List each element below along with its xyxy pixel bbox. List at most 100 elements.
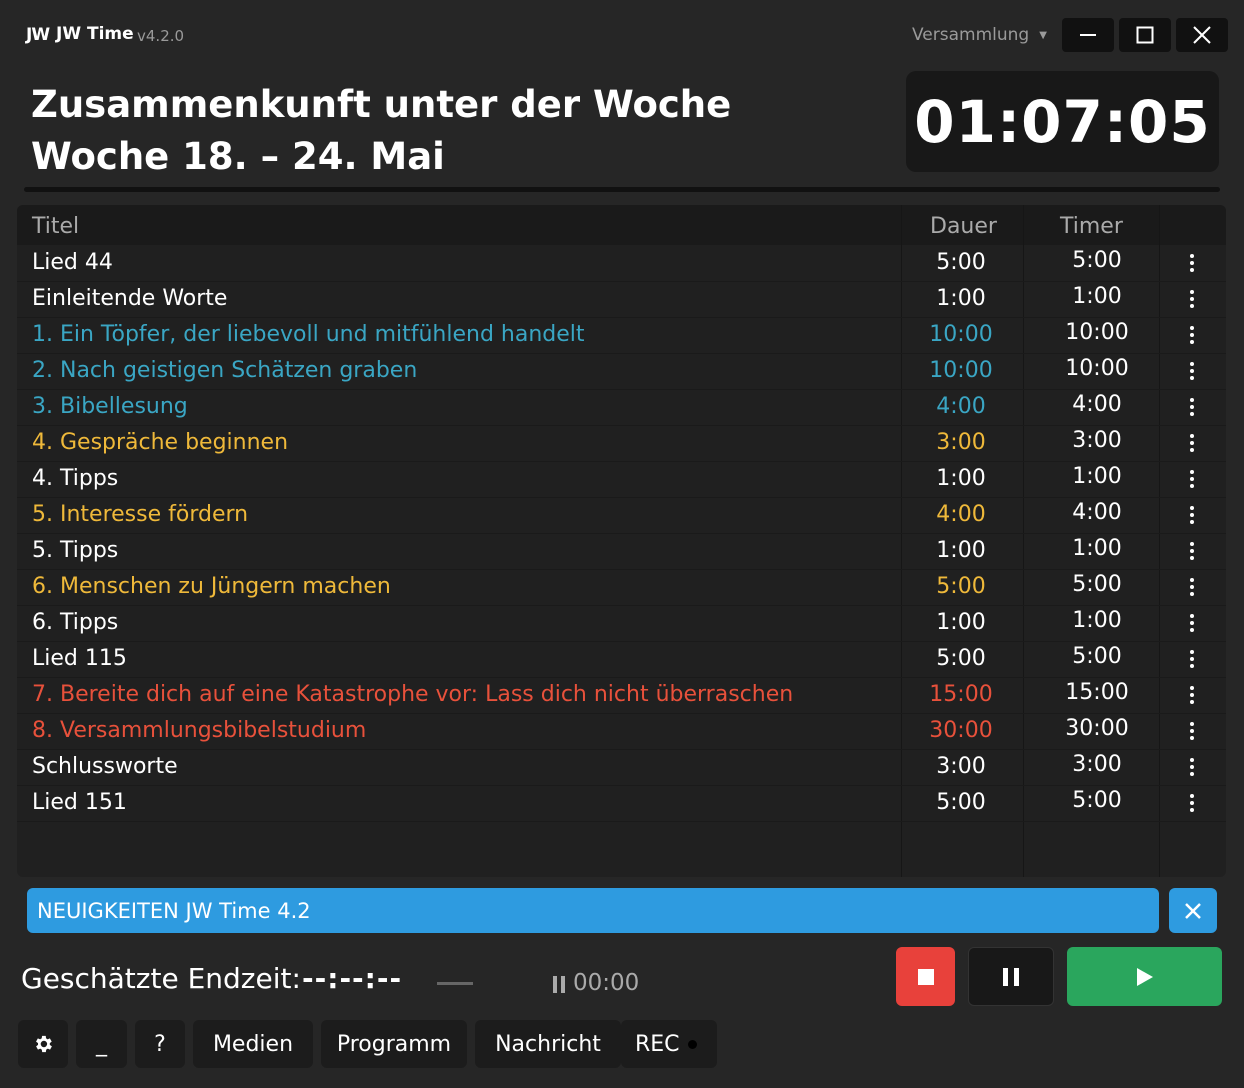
more-vertical-icon[interactable]: [1183, 358, 1201, 384]
column-header-timer: Timer: [1060, 214, 1123, 239]
row-duration: 5:00: [936, 574, 986, 599]
more-vertical-icon[interactable]: [1183, 718, 1201, 744]
menu-dot: [1190, 448, 1194, 452]
row-title: Lied 115: [32, 646, 127, 671]
row-title: 3. Bibellesung: [32, 394, 188, 419]
row-title: Einleitende Worte: [32, 286, 228, 311]
program-button[interactable]: Programm: [321, 1020, 467, 1068]
more-vertical-icon[interactable]: [1183, 394, 1201, 420]
table-row[interactable]: 1. Ein Töpfer, der liebevoll und mitfühl…: [17, 318, 1226, 354]
more-vertical-icon[interactable]: [1183, 538, 1201, 564]
news-banner[interactable]: NEUIGKEITEN JW Time 4.2: [27, 888, 1159, 933]
record-indicator-icon: [687, 1039, 697, 1049]
window-close-button[interactable]: [1176, 18, 1228, 52]
menu-dot: [1190, 736, 1194, 740]
menu-dot: [1190, 333, 1194, 337]
more-vertical-icon[interactable]: [1183, 574, 1201, 600]
menu-dot: [1190, 621, 1194, 625]
record-button[interactable]: REC: [621, 1020, 717, 1068]
table-row[interactable]: Lied 44 5:00 5:00: [17, 246, 1226, 282]
more-vertical-icon[interactable]: [1183, 646, 1201, 672]
more-vertical-icon[interactable]: [1183, 754, 1201, 780]
row-title: 4. Gespräche beginnen: [32, 430, 289, 455]
more-vertical-icon[interactable]: [1183, 430, 1201, 456]
table-row[interactable]: 5. Interesse fördern 4:00 4:00: [17, 498, 1226, 534]
menu-dot: [1190, 578, 1194, 582]
record-label: REC: [635, 1031, 680, 1057]
table-row[interactable]: 4. Gespräche beginnen 3:00 3:00: [17, 426, 1226, 462]
row-duration: 5:00: [936, 790, 986, 815]
row-timer: 10:00: [1065, 356, 1129, 381]
row-timer: 5:00: [1072, 248, 1122, 273]
more-vertical-icon[interactable]: [1183, 286, 1201, 312]
menu-dot: [1190, 398, 1194, 402]
table-row[interactable]: 5. Tipps 1:00 1:00: [17, 534, 1226, 570]
pause-button[interactable]: [968, 947, 1054, 1006]
table-row[interactable]: Einleitende Worte 1:00 1:00: [17, 282, 1226, 318]
minimize-view-label: _: [96, 1031, 107, 1057]
menu-dot: [1190, 801, 1194, 805]
row-duration: 10:00: [929, 358, 993, 383]
message-button[interactable]: Nachricht: [475, 1020, 621, 1068]
menu-dot: [1190, 693, 1194, 697]
menu-dot: [1190, 729, 1194, 733]
close-icon: [1185, 902, 1201, 919]
column-header-duration: Dauer: [930, 214, 997, 239]
row-duration: 10:00: [929, 322, 993, 347]
gear-icon: [36, 1035, 52, 1053]
row-duration: 1:00: [936, 610, 986, 635]
menu-dot: [1190, 326, 1194, 330]
help-button[interactable]: ?: [135, 1020, 185, 1068]
settings-button[interactable]: [18, 1020, 68, 1068]
row-duration: 4:00: [936, 394, 986, 419]
more-vertical-icon[interactable]: [1183, 502, 1201, 528]
table-row[interactable]: 3. Bibellesung 4:00 4:00: [17, 390, 1226, 426]
estimated-end-value: --:--:--: [302, 962, 403, 995]
more-vertical-icon[interactable]: [1183, 466, 1201, 492]
table-row[interactable]: 7. Bereite dich auf eine Katastrophe vor…: [17, 678, 1226, 714]
menu-dot: [1190, 808, 1194, 812]
more-vertical-icon[interactable]: [1183, 250, 1201, 276]
table-row[interactable]: Schlussworte 3:00 3:00: [17, 750, 1226, 786]
menu-dot: [1190, 592, 1194, 596]
window-maximize-button[interactable]: [1119, 18, 1171, 52]
table-row[interactable]: 2. Nach geistigen Schätzen graben 10:00 10…: [17, 354, 1226, 390]
menu-dot: [1190, 412, 1194, 416]
table-row[interactable]: 4. Tipps 1:00 1:00: [17, 462, 1226, 498]
table-row[interactable]: 6. Tipps 1:00 1:00: [17, 606, 1226, 642]
table-row[interactable]: 8. Versammlungsbibelstudium 30:00 30:00: [17, 714, 1226, 750]
row-timer: 4:00: [1072, 500, 1122, 525]
row-timer: 1:00: [1072, 536, 1122, 561]
more-vertical-icon[interactable]: [1183, 790, 1201, 816]
menu-dot: [1190, 405, 1194, 409]
play-button[interactable]: [1067, 947, 1222, 1006]
mode-dropdown[interactable]: Versammlung ▼: [912, 25, 1047, 45]
menu-dot: [1190, 434, 1194, 438]
menu-dot: [1190, 628, 1194, 632]
window-minimize-button[interactable]: [1062, 18, 1114, 52]
table-row[interactable]: 6. Menschen zu Jüngern machen 5:00 5:00: [17, 570, 1226, 606]
more-vertical-icon[interactable]: [1183, 610, 1201, 636]
app-version: v4.2.0: [137, 27, 185, 45]
row-timer: 5:00: [1072, 572, 1122, 597]
table-row[interactable]: Lied 151 5:00 5:00: [17, 786, 1226, 822]
menu-dot: [1190, 340, 1194, 344]
clock-text: 01:07:05: [914, 87, 1211, 156]
table-row[interactable]: Lied 115 5:00 5:00: [17, 642, 1226, 678]
more-vertical-icon[interactable]: [1183, 682, 1201, 708]
row-duration: 15:00: [929, 682, 993, 707]
media-button[interactable]: Medien: [193, 1020, 313, 1068]
more-vertical-icon[interactable]: [1183, 322, 1201, 348]
stop-button[interactable]: [896, 947, 955, 1006]
row-title: 5. Interesse fördern: [32, 502, 249, 527]
row-title: 4. Tipps: [32, 466, 119, 491]
row-timer: 5:00: [1072, 788, 1122, 813]
menu-dot: [1190, 556, 1194, 560]
pause-icon: [553, 976, 565, 993]
menu-dot: [1190, 549, 1194, 553]
program-table: Titel Dauer Timer Lied 44 5:00 5:00 Einleit…: [17, 205, 1226, 877]
media-label: Medien: [212, 1031, 294, 1057]
minimize-view-button[interactable]: _: [76, 1020, 127, 1068]
row-duration: 1:00: [936, 286, 986, 311]
news-close-button[interactable]: [1169, 888, 1217, 933]
